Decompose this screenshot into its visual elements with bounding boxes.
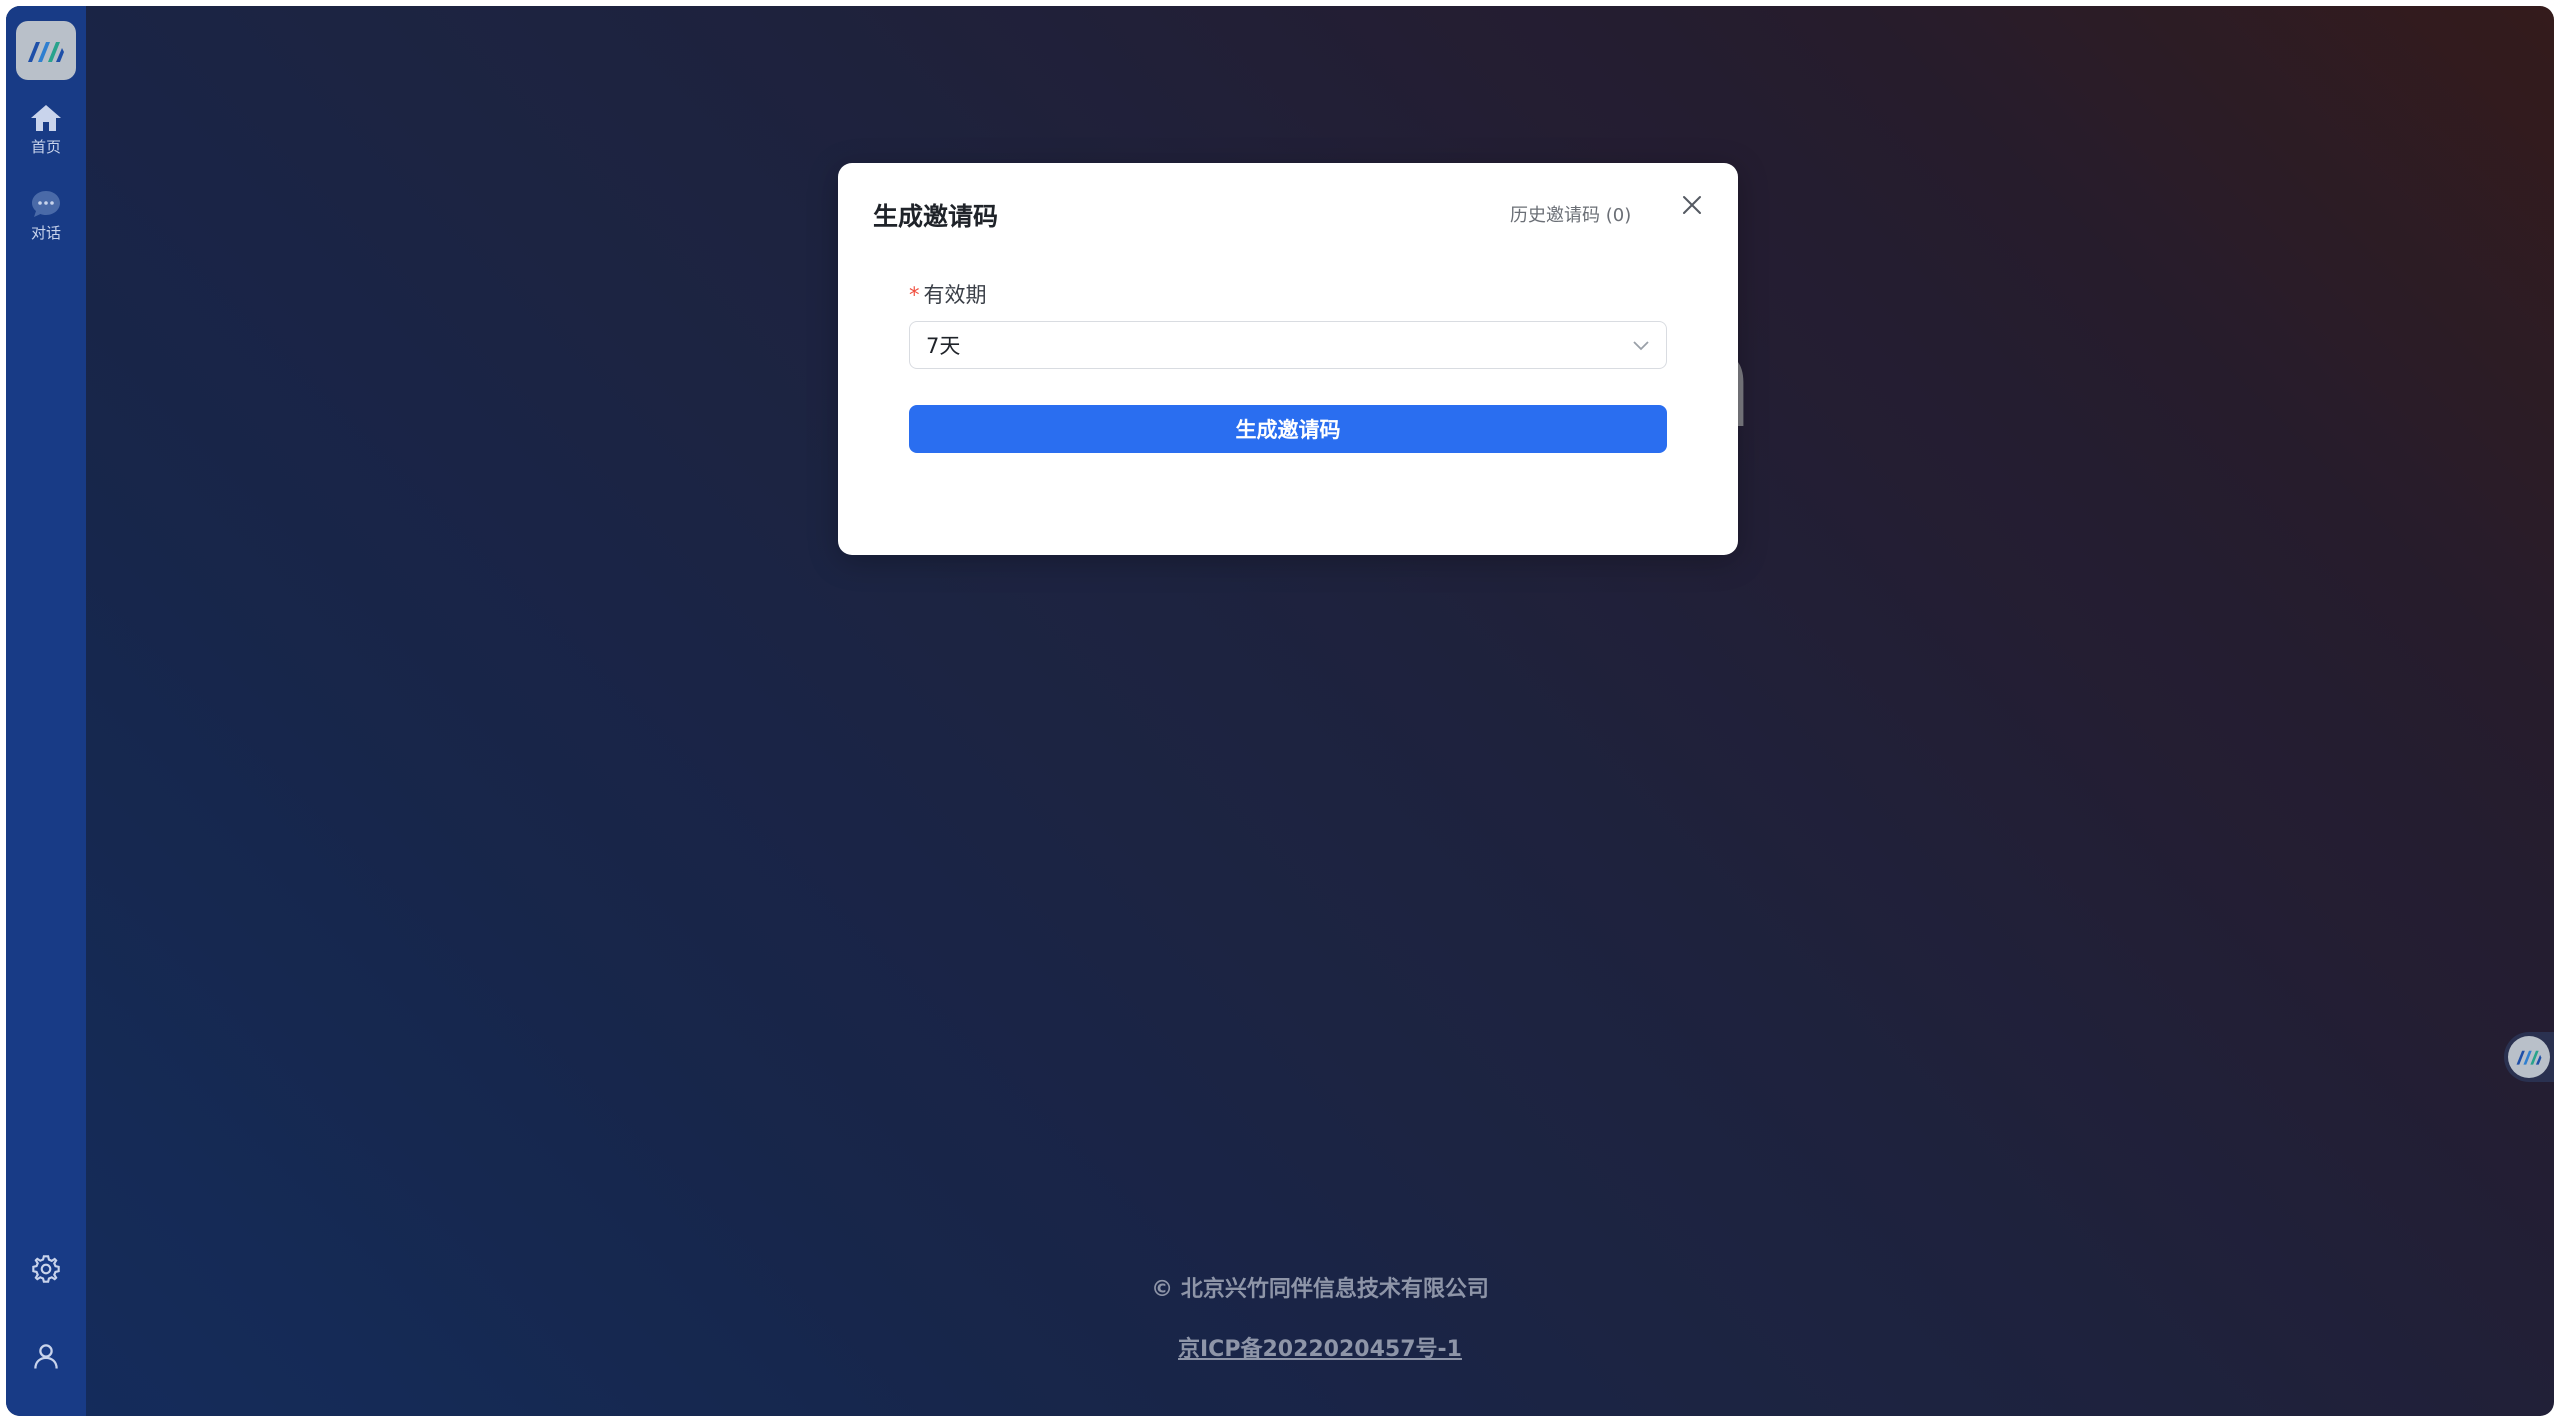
sidebar-item-home[interactable]: 首页 — [6, 102, 86, 157]
user-icon — [34, 1344, 58, 1369]
profile-button[interactable] — [28, 1338, 64, 1374]
required-mark: * — [909, 283, 920, 307]
sidebar-item-label: 对话 — [30, 224, 61, 242]
validity-period-select[interactable]: 7天 — [909, 321, 1667, 369]
generate-invite-code-dialog: 生成邀请码 历史邀请码 (0) * 有效期 7天 生成邀请码 — [838, 163, 1738, 555]
sidebar-item-chat[interactable]: 对话 — [6, 188, 86, 243]
sidebar: 首页 对话 — [6, 6, 86, 1416]
brand-logo-icon — [28, 41, 64, 62]
brand-logo-icon — [2516, 1050, 2542, 1065]
floating-assistant-button[interactable] — [2504, 1032, 2554, 1082]
assistant-avatar — [2508, 1036, 2550, 1078]
brand-logo[interactable] — [16, 21, 76, 80]
chat-bubble-icon — [32, 191, 60, 217]
chevron-down-icon — [1633, 341, 1649, 351]
sidebar-item-label: 首页 — [30, 138, 61, 156]
select-value: 7天 — [926, 334, 961, 358]
history-invite-codes-link[interactable]: 历史邀请码 (0) — [1510, 201, 1631, 227]
icp-link[interactable]: 京ICP备2022020457号-1 — [1178, 1337, 1462, 1362]
footer-copyright: © 北京兴竹同伴信息技术有限公司 — [1151, 1277, 1489, 1302]
gear-icon — [32, 1255, 60, 1283]
app-window: n 首页 对话 — [6, 6, 2554, 1416]
close-button[interactable] — [1678, 191, 1706, 219]
home-icon — [31, 105, 61, 131]
validity-period-label-text: 有效期 — [923, 283, 987, 307]
validity-period-label: * 有效期 — [909, 279, 987, 309]
settings-button[interactable] — [28, 1251, 64, 1287]
close-icon — [1683, 196, 1701, 214]
footer-icp: 京ICP备2022020457号-1 — [86, 1331, 2554, 1363]
generate-invite-code-button[interactable]: 生成邀请码 — [909, 405, 1667, 453]
dialog-title: 生成邀请码 — [873, 202, 999, 231]
